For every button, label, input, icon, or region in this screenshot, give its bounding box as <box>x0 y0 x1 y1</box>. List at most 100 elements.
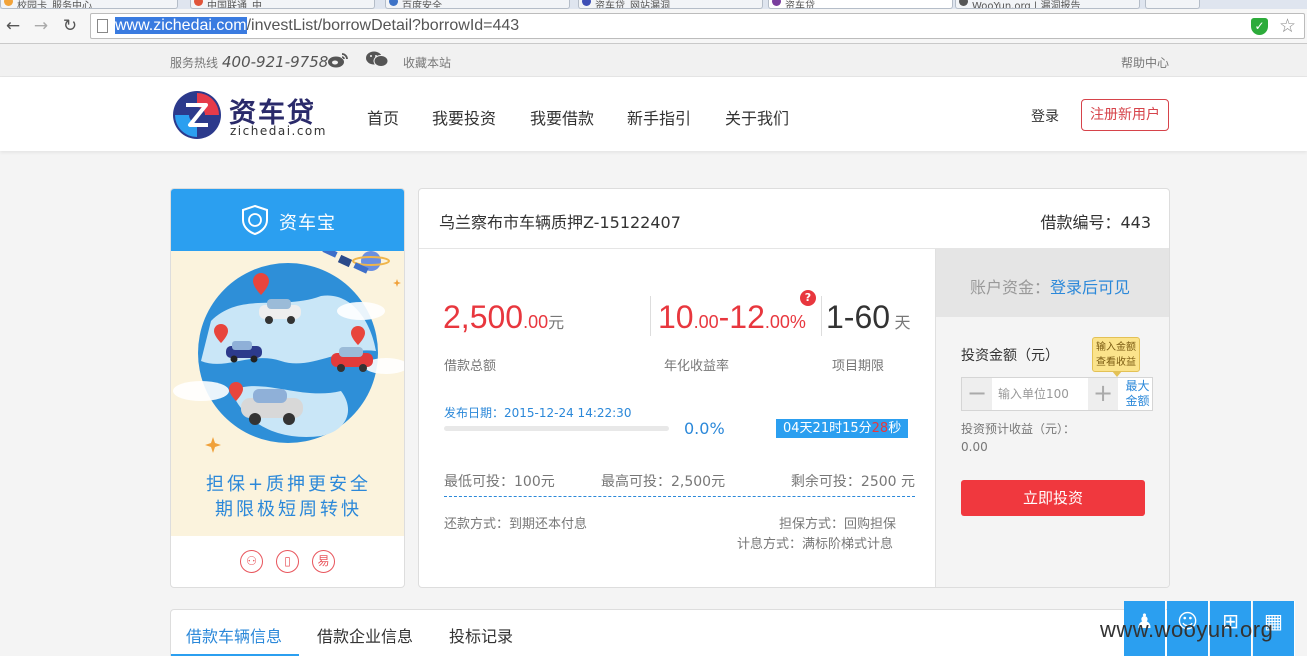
repay-method: 还款方式：到期还本付息 <box>444 517 588 532</box>
max-invest: 最高可投：2,500元 <box>601 474 726 490</box>
estimate-value: 0.00 <box>961 440 988 454</box>
term-unit: 天 <box>894 315 911 332</box>
tab-company-info[interactable]: 借款企业信息 <box>317 623 413 647</box>
promo-slogan: 期限极短周转快 <box>215 499 362 520</box>
divider <box>650 296 651 336</box>
invest-amount-input[interactable] <box>994 380 1086 408</box>
site-header: 资车贷 zichedai.com 首页 我要投资 我要借款 新手指引 关于我们 … <box>0 77 1307 151</box>
rate-high: 12 <box>729 299 765 335</box>
max-amount-button[interactable]: 最大 金额 <box>1122 379 1153 409</box>
yi-icon[interactable]: 易 <box>312 550 335 573</box>
amount-label: 借款总额 <box>444 359 497 374</box>
url-field[interactable]: www.zichedai.com/investList/borrowDetail… <box>90 13 1305 39</box>
hotline-label: 服务热线 <box>170 56 219 70</box>
loan-amount: 2,500.00元 <box>443 299 564 336</box>
loan-title: 乌兰察布市车辆质押Z-15122407 <box>439 213 681 232</box>
promo-icons: ⚇ ▯ 易 <box>171 536 404 587</box>
hotline-number: 400-921-9758 <box>222 53 329 71</box>
url-host: www.zichedai.com <box>115 17 247 34</box>
browser-tab-strip: 校园卡_服务中心 中国联通_中 百度安全_ 资车贷_网站漏洞 资车贷 WooYu… <box>0 0 1307 9</box>
tab-bid-records[interactable]: 投标记录 <box>449 623 513 647</box>
invest-limits: 最低可投：100元 最高可投：2,500元 剩余可投：2500 元 <box>444 459 915 497</box>
phone-icon[interactable]: ▯ <box>276 550 299 573</box>
invest-amount-stepper: − + 最大金额 <box>961 377 1153 411</box>
page-icon <box>97 19 108 33</box>
user-icon[interactable]: ⚇ <box>240 550 263 573</box>
tab-favicon-icon <box>4 0 13 6</box>
divider <box>821 296 822 336</box>
hotline: 服务热线 400-921-9758 <box>170 53 328 71</box>
tab-favicon-icon <box>389 0 398 6</box>
register-button[interactable]: 注册新用户 <box>1081 99 1169 131</box>
progress-bar <box>444 426 669 431</box>
nav-item-about[interactable]: 关于我们 <box>725 105 789 129</box>
promo-slogan: 担保+质押更安全 <box>205 474 372 495</box>
countdown-time: 04天21时15分 <box>783 421 872 436</box>
minus-button[interactable]: − <box>962 378 992 410</box>
tooltip-line: 查看收益 <box>1096 357 1136 368</box>
url-path: /investList/borrowDetail?borrowId=443 <box>246 17 520 34</box>
nav-item-borrow[interactable]: 我要借款 <box>530 105 594 129</box>
countdown-seconds: 28 <box>871 421 889 436</box>
rate-low-decimal: .00 <box>693 312 719 332</box>
tab-favicon-icon <box>582 0 591 6</box>
favorite-link[interactable]: 收藏本站 <box>403 54 451 71</box>
input-tooltip: 输入金额 查看收益 <box>1092 337 1140 377</box>
rate-high-decimal: .00% <box>764 312 806 332</box>
browser-tab-active[interactable]: 资车贷 <box>768 0 953 9</box>
tooltip-line: 输入金额 <box>1096 342 1136 353</box>
promo-header: 资车宝 <box>171 189 404 251</box>
max-amount-line: 最大 <box>1125 379 1150 393</box>
tab-vehicle-info[interactable]: 借款车辆信息 <box>186 623 282 647</box>
browser-tab[interactable]: 中国联通_中 <box>190 0 375 9</box>
wechat-icon[interactable] <box>365 50 389 68</box>
browser-tab[interactable]: WooYun.org | 漏洞报告 <box>955 0 1140 9</box>
interest-method: 计息方式：满标阶梯式计息 <box>737 537 894 552</box>
nav-item-home[interactable]: 首页 <box>367 105 399 129</box>
shield-logo-icon <box>241 204 269 236</box>
browser-tab[interactable]: 校园卡_服务中心 <box>0 0 178 9</box>
watermark-text: www.wooyun.org <box>1100 617 1274 642</box>
bookmark-star-icon[interactable]: ☆ <box>1279 15 1296 37</box>
estimate-label: 投资预计收益（元）： <box>961 422 1076 436</box>
term-label: 项目期限 <box>832 359 885 374</box>
new-tab-button[interactable] <box>1145 0 1200 9</box>
promo-card: 资车宝 担保+质押更安全 期限极短周转快 ⚇ ▯ 易 <box>170 188 405 588</box>
weibo-icon[interactable] <box>327 52 349 68</box>
plus-button[interactable]: + <box>1088 378 1118 410</box>
publish-date: 发布日期：2015-12-24 14:22:30 <box>444 406 632 420</box>
promo-title: 资车宝 <box>279 213 336 234</box>
back-button[interactable]: ← <box>2 15 24 37</box>
annual-rate: 10.00-12.00% <box>658 299 806 336</box>
nav-item-invest[interactable]: 我要投资 <box>432 105 496 129</box>
login-to-view-link[interactable]: 登录后可见 <box>1050 278 1130 297</box>
help-center-link[interactable]: 帮助中心 <box>1121 54 1169 71</box>
site-topbar: 服务热线 400-921-9758 收藏本站 帮助中心 <box>0 44 1307 77</box>
login-link[interactable]: 登录 <box>1031 106 1059 126</box>
rate-low: 10 <box>658 299 694 335</box>
guarantee-method: 担保方式：回购担保 <box>779 517 897 532</box>
amount-decimal: .00 <box>523 312 549 332</box>
invest-now-button[interactable]: 立即投资 <box>961 480 1145 516</box>
forward-button[interactable]: → <box>30 15 52 37</box>
remaining-invest: 剩余可投：2500 元 <box>790 474 915 490</box>
url-text[interactable]: www.zichedai.com/investList/borrowDetail… <box>115 17 519 35</box>
invest-panel: 账户资金：登录后可见 投资金额（元） 输入金额查看收益 − + 最大金额 投资预… <box>935 249 1169 587</box>
max-amount-line: 金额 <box>1125 394 1150 408</box>
tab-favicon-icon <box>959 0 968 6</box>
countdown-suffix: 秒 <box>888 421 902 436</box>
reload-button[interactable]: ↻ <box>59 15 81 37</box>
promo-illustration: 担保+质押更安全 期限极短周转快 <box>171 251 404 536</box>
browser-tab[interactable]: 百度安全_ <box>385 0 570 9</box>
tab-favicon-icon <box>194 0 203 6</box>
nav-item-guide[interactable]: 新手指引 <box>627 105 691 129</box>
account-label-text: 账户资金： <box>970 278 1051 297</box>
browser-tab[interactable]: 资车贷_网站漏洞 <box>578 0 763 9</box>
loan-detail-card: 乌兰察布市车辆质押Z-15122407 借款编号：443 2,500.00元 1… <box>418 188 1170 588</box>
rate-help-icon[interactable]: ? <box>800 290 816 306</box>
rate-label: 年化收益率 <box>664 359 730 374</box>
address-bar: ← → ↻ www.zichedai.com/investList/borrow… <box>0 9 1307 44</box>
countdown-badge: 04天21时15分28秒 <box>776 419 909 438</box>
shield-extension-icon[interactable]: ✓ <box>1251 18 1268 35</box>
logo-icon[interactable] <box>172 90 222 140</box>
